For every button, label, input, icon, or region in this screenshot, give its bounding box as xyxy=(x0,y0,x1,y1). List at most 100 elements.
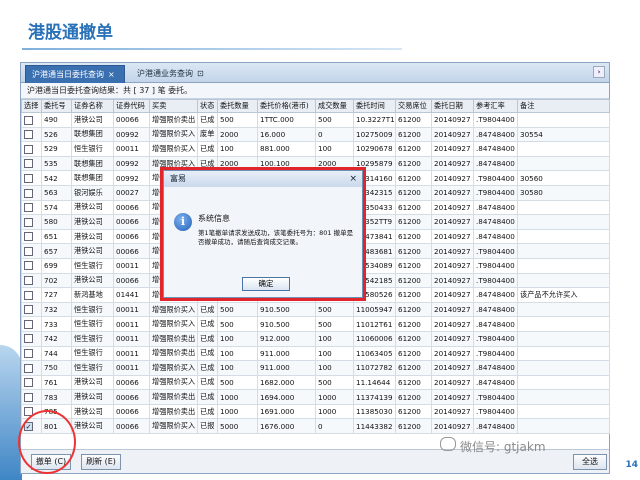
row-checkbox[interactable] xyxy=(24,246,33,256)
row-checkbox[interactable] xyxy=(24,261,33,271)
table-row[interactable]: 742 恒生银行 00011 增强限价卖出 已成 100 912.000 100 1106000… xyxy=(21,330,610,347)
row-checkbox[interactable] xyxy=(24,290,33,300)
tab-daily-orders[interactable]: 沪港通当日委托查询 × xyxy=(25,65,125,83)
row-checkbox[interactable] xyxy=(24,159,33,169)
table-cell: 1000 xyxy=(315,389,354,405)
watermark: 微信号: gtjakm xyxy=(460,440,546,454)
table-cell: 911.000 xyxy=(257,345,316,362)
close-icon[interactable]: × xyxy=(349,171,357,187)
table-cell: 1000 xyxy=(217,389,258,405)
table-cell: 727 xyxy=(41,287,72,303)
row-checkbox[interactable] xyxy=(24,319,33,329)
row-select-cell[interactable] xyxy=(21,316,42,332)
column-header[interactable]: 委托时间 xyxy=(353,99,396,113)
table-row[interactable]: 526 联想集团 00992 增强限价买入 废单 2000 16.000 0 10275009 6… xyxy=(21,126,610,143)
column-header[interactable]: 委托日期 xyxy=(431,99,474,113)
table-row[interactable]: 732 恒生银行 00011 增强限价买入 已成 500 910.500 500 1100594… xyxy=(21,301,610,318)
refresh-button[interactable]: 刷新 (E) xyxy=(81,454,121,470)
table-cell: 20140927 xyxy=(431,126,474,143)
column-header[interactable]: 证券名称 xyxy=(71,99,114,113)
row-select-cell[interactable] xyxy=(21,272,42,289)
row-select-cell[interactable] xyxy=(21,170,42,186)
table-cell: 100 xyxy=(315,360,354,376)
table-cell: .T9804400 xyxy=(473,170,518,186)
table-row[interactable]: 529 恒生银行 00011 增强限价买入 已成 100 881.000 100 1029067… xyxy=(21,141,610,157)
row-select-cell[interactable] xyxy=(21,184,42,201)
column-header[interactable]: 备注 xyxy=(517,99,610,113)
select-all-button[interactable]: 全选 xyxy=(573,454,607,470)
row-checkbox[interactable] xyxy=(24,363,33,373)
row-select-cell[interactable] xyxy=(21,330,42,347)
slide-title: 港股通撤单 xyxy=(28,23,113,43)
row-checkbox[interactable] xyxy=(24,173,33,183)
table-cell xyxy=(517,141,610,157)
column-header[interactable]: 证券代码 xyxy=(113,99,150,113)
row-checkbox[interactable] xyxy=(24,276,33,286)
column-header[interactable]: 委托号 xyxy=(41,99,72,113)
row-checkbox[interactable] xyxy=(24,378,33,388)
table-cell: 500 xyxy=(315,301,354,318)
row-checkbox[interactable] xyxy=(24,144,33,154)
row-checkbox[interactable] xyxy=(24,115,33,125)
table-cell: 750 xyxy=(41,360,72,376)
table-cell: 00066 xyxy=(113,403,150,420)
row-select-cell[interactable] xyxy=(21,228,42,245)
table-cell: 港铁公司 xyxy=(71,243,114,259)
table-cell: 00011 xyxy=(113,141,150,157)
column-header[interactable]: 状态 xyxy=(197,99,218,113)
row-select-cell[interactable] xyxy=(21,360,42,376)
table-cell: 新鸿基地 xyxy=(71,287,114,303)
table-cell: 增强限价卖出 xyxy=(149,330,198,347)
row-checkbox[interactable] xyxy=(24,130,33,140)
row-select-cell[interactable] xyxy=(21,301,42,318)
tab-business-query[interactable]: 沪港通业务查询 ⊡ xyxy=(131,65,241,83)
close-icon[interactable]: × xyxy=(108,70,115,79)
row-checkbox[interactable] xyxy=(24,305,33,315)
column-header[interactable]: 成交数量 xyxy=(315,99,354,113)
table-cell: 已成 xyxy=(197,330,218,347)
table-row[interactable]: 733 恒生银行 00011 增强限价买入 已成 500 910.500 500 11012T6… xyxy=(21,316,610,332)
table-cell: 增强限价买入 xyxy=(149,301,198,318)
row-select-cell[interactable] xyxy=(21,374,42,391)
row-select-cell[interactable] xyxy=(21,214,42,230)
row-checkbox[interactable] xyxy=(24,349,33,359)
table-row[interactable]: ✓ 801 港铁公司 00066 增强限价买入 已报 5000 1676.000 0 114433… xyxy=(21,418,610,435)
table-row[interactable]: 750 恒生银行 00011 增强限价买入 已成 100 911.000 100 1107278… xyxy=(21,360,610,376)
table-cell: 61200 xyxy=(395,287,432,303)
row-checkbox[interactable] xyxy=(24,232,33,242)
column-header[interactable]: 交易席位 xyxy=(395,99,432,113)
table-row[interactable]: 744 恒生银行 00011 增强限价卖出 已成 100 911.000 100 1106340… xyxy=(21,345,610,362)
scroll-right-icon[interactable]: › xyxy=(593,66,605,78)
table-row[interactable]: 761 港铁公司 00066 增强限价买入 已成 500 1682.000 500 11.146… xyxy=(21,374,610,391)
row-select-cell[interactable] xyxy=(21,389,42,405)
row-select-cell[interactable] xyxy=(21,126,42,143)
row-checkbox[interactable] xyxy=(24,334,33,344)
row-select-cell[interactable] xyxy=(21,112,42,128)
column-header[interactable]: 委托价格(港币) xyxy=(257,99,316,113)
column-header[interactable]: 参考汇率 xyxy=(473,99,518,113)
row-select-cell[interactable] xyxy=(21,199,42,216)
table-row[interactable]: 490 港铁公司 00066 增强限价卖出 已成 500 1TTC.000 500 10.322… xyxy=(21,112,610,128)
table-cell: 20140927 xyxy=(431,301,474,318)
table-cell: 574 xyxy=(41,199,72,216)
tab-menu-icon[interactable]: ⊡ xyxy=(197,69,204,78)
row-checkbox[interactable] xyxy=(24,203,33,213)
row-select-cell[interactable] xyxy=(21,287,42,303)
row-select-cell[interactable] xyxy=(21,345,42,362)
column-header[interactable]: 买卖 xyxy=(149,99,198,113)
table-cell: .84748400 xyxy=(473,155,518,172)
row-checkbox[interactable] xyxy=(24,217,33,227)
row-checkbox[interactable] xyxy=(24,188,33,198)
row-select-cell[interactable] xyxy=(21,243,42,259)
row-select-cell[interactable] xyxy=(21,141,42,157)
column-header[interactable]: 选择 xyxy=(21,99,42,113)
ok-button[interactable]: 确定 xyxy=(242,277,290,291)
row-checkbox[interactable] xyxy=(24,392,33,402)
table-cell: 732 xyxy=(41,301,72,318)
table-row[interactable]: 785 港铁公司 00066 增强限价卖出 已成 1000 1691.000 1000 1138… xyxy=(21,403,610,420)
row-select-cell[interactable] xyxy=(21,257,42,274)
column-header[interactable]: 委托数量 xyxy=(217,99,258,113)
table-row[interactable]: 783 港铁公司 00066 增强限价卖出 已成 1000 1694.000 1000 1137… xyxy=(21,389,610,405)
table-cell: 恒生银行 xyxy=(71,141,114,157)
row-select-cell[interactable] xyxy=(21,155,42,172)
